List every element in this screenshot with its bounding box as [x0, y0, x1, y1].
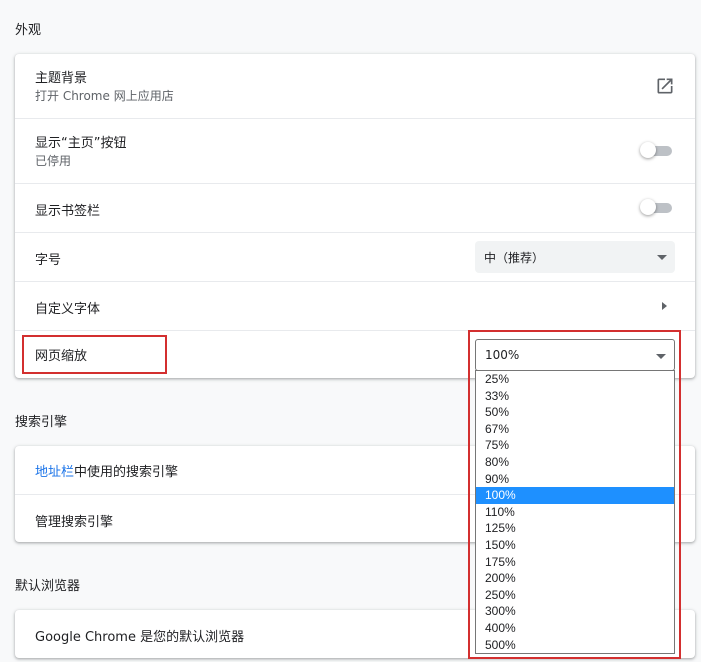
- theme-row[interactable]: 主题背景 打开 Chrome 网上应用店: [15, 54, 695, 118]
- font-size-row: 字号 中（推荐）: [15, 232, 695, 281]
- annotation-box-zoom-dropdown: [468, 330, 681, 659]
- bookmarks-bar-toggle[interactable]: [640, 199, 672, 215]
- font-size-title: 字号: [35, 253, 62, 268]
- default-browser-status: Google Chrome 是您的默认浏览器: [35, 630, 245, 645]
- section-title-search-engine: 搜索引擎: [15, 415, 68, 430]
- font-size-value: 中（推荐）: [484, 251, 545, 265]
- bookmarks-bar-title: 显示书签栏: [35, 204, 101, 219]
- section-title-appearance: 外观: [15, 23, 42, 38]
- home-button-toggle[interactable]: [640, 142, 672, 158]
- custom-fonts-row[interactable]: 自定义字体: [15, 281, 695, 330]
- dropdown-arrow-icon: [657, 255, 667, 260]
- home-button-title: 显示“主页”按钮: [35, 136, 127, 151]
- annotation-box-zoom-label: [22, 335, 167, 374]
- search-engine-used-label: 地址栏中使用的搜索引擎: [35, 461, 178, 480]
- home-button-row[interactable]: 显示“主页”按钮 已停用: [15, 118, 695, 183]
- manage-search-engines-label: 管理搜索引擎: [35, 515, 114, 530]
- address-bar-link[interactable]: 地址栏: [35, 465, 74, 480]
- open-in-new-icon[interactable]: [655, 76, 675, 96]
- search-engine-used-text: 中使用的搜索引擎: [74, 465, 179, 480]
- custom-fonts-title: 自定义字体: [35, 302, 101, 317]
- chevron-right-icon: [662, 302, 667, 310]
- section-title-default-browser: 默认浏览器: [15, 579, 81, 594]
- theme-subtitle: 打开 Chrome 网上应用店: [35, 89, 174, 103]
- font-size-select[interactable]: 中（推荐）: [475, 241, 675, 273]
- home-button-subtitle: 已停用: [35, 154, 72, 168]
- theme-title: 主题背景: [35, 71, 88, 86]
- bookmarks-bar-row[interactable]: 显示书签栏: [15, 183, 695, 232]
